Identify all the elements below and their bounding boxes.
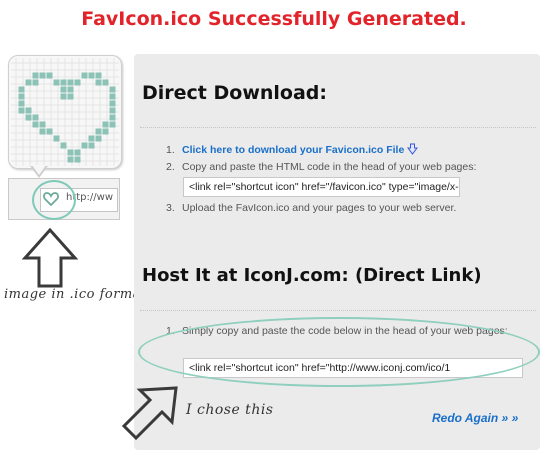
heart-pixel — [74, 149, 81, 156]
heart-pixel — [74, 156, 81, 163]
diagonal-arrow-icon — [121, 386, 178, 441]
heart-pixel — [67, 93, 74, 100]
heart-pixel — [67, 156, 74, 163]
step-number: 1. — [166, 144, 175, 156]
heart-pixel — [18, 107, 25, 114]
heart-pixel — [74, 79, 81, 86]
redo-again-link[interactable]: Redo Again » » — [432, 411, 518, 425]
up-arrow-icon — [22, 228, 78, 288]
heart-pixel — [39, 128, 46, 135]
favicon-preview-card — [8, 55, 122, 169]
heading-host-it: Host It at IconJ.com: (Direct Link) — [142, 265, 482, 286]
result-panel — [134, 54, 540, 450]
heart-pixel — [39, 72, 46, 79]
heart-pixel — [109, 114, 116, 121]
heart-pixel — [60, 93, 67, 100]
heart-pixel — [18, 100, 25, 107]
heart-pixel — [18, 93, 25, 100]
heart-pixel — [60, 79, 67, 86]
heart-pixel — [60, 86, 67, 93]
heart-pixel — [88, 135, 95, 142]
heart-pixel — [25, 114, 32, 121]
heart-pixel — [81, 72, 88, 79]
heart-pixel — [81, 142, 88, 149]
step-text: Upload the FavIcon.ico and your pages to… — [182, 202, 457, 214]
divider — [140, 127, 536, 128]
heart-pixel — [102, 128, 109, 135]
heart-pixel — [109, 121, 116, 128]
selection-highlight-ellipse — [138, 317, 540, 387]
step-text: Copy and paste the HTML code in the head… — [182, 161, 477, 173]
caption-image-format: image in .ico format — [4, 287, 147, 302]
step-number: 3. — [166, 202, 175, 214]
heart-pixel — [46, 72, 53, 79]
heart-pixel — [53, 79, 60, 86]
direct-step-2: 2. Copy and paste the HTML code in the he… — [166, 160, 476, 174]
heart-pixel — [67, 79, 74, 86]
heart-pixel — [88, 72, 95, 79]
heart-pixel — [39, 121, 46, 128]
heart-pixel — [46, 128, 53, 135]
direct-step-3: 3. Upload the FavIcon.ico and your pages … — [166, 201, 456, 215]
heart-pixel — [25, 79, 32, 86]
heart-pixel — [67, 149, 74, 156]
heart-pixel — [32, 114, 39, 121]
heart-pixel — [95, 128, 102, 135]
heart-pixel — [102, 121, 109, 128]
heart-pixel — [25, 107, 32, 114]
heart-pixel — [18, 86, 25, 93]
page-title: FavIcon.ico Successfully Generated. — [81, 8, 467, 30]
heart-pixel — [88, 142, 95, 149]
download-arrow-icon[interactable] — [407, 143, 419, 155]
divider — [140, 310, 536, 311]
heart-pixel — [109, 93, 116, 100]
heart-pixel — [109, 86, 116, 93]
direct-step-1: 1. Click here to download your Favicon.ic… — [166, 143, 419, 157]
heart-pixel — [95, 72, 102, 79]
heart-pixel — [32, 79, 39, 86]
heart-pixel — [32, 121, 39, 128]
heart-pixel — [67, 86, 74, 93]
heart-pixel — [102, 79, 109, 86]
favicon-highlight-circle — [32, 180, 76, 220]
heading-direct-download: Direct Download: — [142, 82, 327, 104]
heart-pixel — [95, 135, 102, 142]
heart-pixel — [109, 100, 116, 107]
heart-pixel — [109, 107, 116, 114]
caption-i-chose-this: I chose this — [186, 402, 274, 418]
heart-pixel — [60, 142, 67, 149]
heart-pixel — [53, 135, 60, 142]
heart-pixel — [32, 72, 39, 79]
download-favicon-link[interactable]: Click here to download your Favicon.ico … — [182, 144, 404, 156]
step-number: 2. — [166, 161, 175, 173]
heart-icon — [11, 58, 119, 166]
local-code-field[interactable]: <link rel="shortcut icon" href="/favicon… — [183, 177, 460, 197]
heart-pixel — [95, 79, 102, 86]
preview-pointer-fill — [32, 165, 46, 175]
